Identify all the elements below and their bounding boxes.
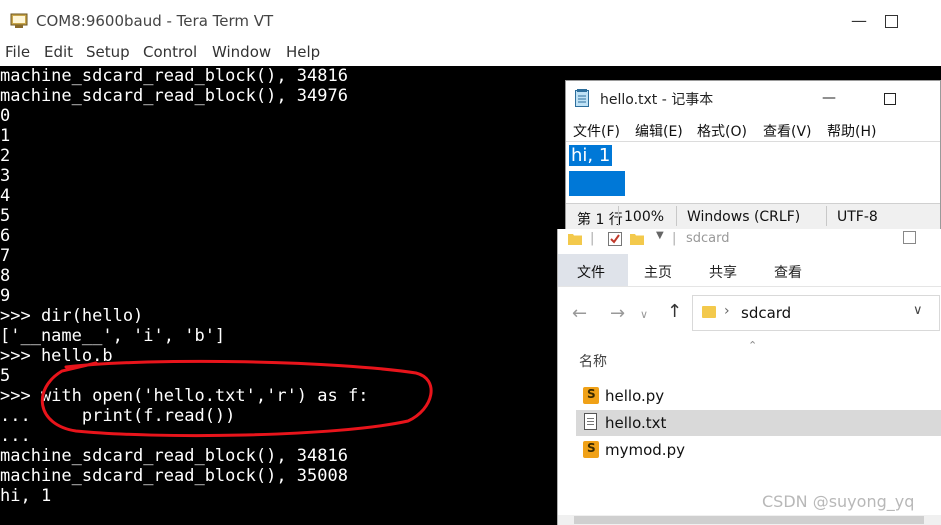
notepad-menu-edit[interactable]: 编辑(E) bbox=[635, 121, 683, 141]
terminal-line: 5 bbox=[0, 206, 11, 226]
qat-dropdown-icon[interactable]: ▼ bbox=[656, 230, 664, 241]
text-file-icon bbox=[584, 413, 597, 430]
notepad-menu-format[interactable]: 格式(O) bbox=[697, 121, 747, 141]
terminal-line: machine_sdcard_read_block(), 34976 bbox=[0, 86, 348, 106]
terminal-line: 1 bbox=[0, 126, 11, 146]
new-folder-icon[interactable] bbox=[630, 232, 644, 245]
terminal-line: 2 bbox=[0, 146, 11, 166]
terminal-line: 4 bbox=[0, 186, 11, 206]
teraterm-app-icon bbox=[10, 13, 28, 28]
terminal-line: 6 bbox=[0, 226, 11, 246]
folder-icon bbox=[568, 234, 582, 245]
file-name: hello.txt bbox=[605, 414, 667, 432]
terminal-line: ... bbox=[0, 426, 31, 446]
notepad-menu-help[interactable]: 帮助(H) bbox=[827, 121, 876, 141]
chevron-right-icon[interactable]: › bbox=[724, 303, 730, 319]
status-zoom: 100% bbox=[624, 209, 665, 225]
address-text: sdcard bbox=[741, 304, 792, 322]
notepad-window: hello.txt - 记事本 — 文件(F) 编辑(E) 格式(O) 查看(V… bbox=[565, 80, 941, 229]
menu-setup[interactable]: Setup bbox=[86, 43, 130, 61]
notepad-selection-highlight bbox=[569, 171, 625, 196]
forward-arrow-icon[interactable]: → bbox=[610, 303, 625, 324]
explorer-quick-access-toolbar: | ▼ | sdcard bbox=[558, 229, 941, 249]
red-annotation-ellipse bbox=[40, 359, 433, 438]
notepad-title: hello.txt - 记事本 bbox=[600, 92, 714, 108]
notepad-icon bbox=[575, 89, 589, 107]
file-list-header: ⌃ 名称 bbox=[558, 339, 941, 379]
status-encoding: UTF-8 bbox=[837, 209, 878, 225]
terminal-line: machine_sdcard_read_block(), 34816 bbox=[0, 446, 348, 466]
sort-up-icon: ⌃ bbox=[748, 339, 758, 352]
watermark-text: CSDN @suyong_yq bbox=[762, 492, 915, 511]
qat-separator: | bbox=[590, 231, 595, 246]
teraterm-menubar: File Edit Setup Control Window Help bbox=[0, 42, 941, 66]
horizontal-scrollbar[interactable] bbox=[558, 515, 941, 525]
notepad-maximize-button[interactable] bbox=[876, 85, 902, 111]
terminal-line: 0 bbox=[0, 106, 11, 126]
ribbon-tab-file[interactable]: 文件 bbox=[558, 254, 628, 286]
notepad-text-area[interactable]: hi, 1 bbox=[566, 141, 940, 202]
back-arrow-icon[interactable]: ← bbox=[572, 303, 587, 324]
notepad-minimize-button[interactable]: — bbox=[816, 85, 842, 111]
list-item[interactable]: mymod.py bbox=[576, 437, 941, 463]
explorer-maximize-button[interactable] bbox=[903, 231, 916, 244]
notepad-statusbar: 第 1 行 100% Windows (CRLF) UTF-8 bbox=[566, 203, 940, 229]
notepad-selected-text: hi, 1 bbox=[569, 145, 613, 166]
status-separator bbox=[826, 206, 827, 226]
status-position: 第 1 行 bbox=[577, 212, 623, 228]
terminal-line: 8 bbox=[0, 266, 11, 286]
address-bar[interactable]: › sdcard ∨ bbox=[692, 295, 940, 331]
notepad-menubar: 文件(F) 编辑(E) 格式(O) 查看(V) 帮助(H) bbox=[566, 117, 940, 141]
ribbon-tab-view[interactable]: 查看 bbox=[774, 262, 802, 282]
terminal-line: 5 bbox=[0, 366, 11, 386]
chevron-down-icon[interactable]: ∨ bbox=[913, 303, 923, 318]
ribbon-tab-share[interactable]: 共享 bbox=[709, 262, 737, 282]
terminal-line: >>> dir(hello) bbox=[0, 306, 144, 326]
notepad-menu-view[interactable]: 查看(V) bbox=[763, 121, 812, 141]
terminal-line: ['__name__', 'i', 'b'] bbox=[0, 326, 226, 346]
python-file-icon bbox=[583, 441, 599, 458]
terminal-line: 3 bbox=[0, 166, 11, 186]
recent-dropdown-icon[interactable]: ∨ bbox=[640, 308, 648, 321]
teraterm-titlebar[interactable]: COM8:9600baud - Tera Term VT — bbox=[0, 0, 941, 42]
teraterm-minimize-button[interactable]: — bbox=[844, 6, 874, 36]
scrollbar-thumb[interactable] bbox=[574, 516, 924, 524]
menu-help[interactable]: Help bbox=[286, 43, 320, 61]
status-line-ending: Windows (CRLF) bbox=[687, 209, 801, 225]
terminal-line: hi, 1 bbox=[0, 486, 52, 506]
status-separator bbox=[676, 206, 677, 226]
qat-separator: | bbox=[672, 231, 677, 246]
explorer-navbar: ← → ∨ ↑ › sdcard ∨ bbox=[558, 291, 941, 333]
notepad-menu-file[interactable]: 文件(F) bbox=[573, 121, 620, 141]
terminal-line: machine_sdcard_read_block(), 34816 bbox=[0, 66, 348, 86]
terminal-line: 9 bbox=[0, 286, 11, 306]
explorer-window: | ▼ | sdcard 文件 主页 共享 查看 ← → ∨ ↑ › sdcar… bbox=[557, 229, 941, 525]
explorer-ribbon-tabs: 文件 主页 共享 查看 bbox=[558, 254, 941, 287]
menu-window[interactable]: Window bbox=[212, 43, 271, 61]
teraterm-title: COM8:9600baud - Tera Term VT bbox=[36, 12, 274, 30]
file-name: hello.py bbox=[605, 387, 665, 405]
column-name-header[interactable]: 名称 bbox=[579, 351, 607, 371]
list-item[interactable]: hello.py bbox=[576, 383, 941, 409]
explorer-title: sdcard bbox=[686, 231, 730, 246]
list-item[interactable]: hello.txt bbox=[576, 410, 941, 436]
menu-file[interactable]: File bbox=[5, 43, 30, 61]
terminal-line: machine_sdcard_read_block(), 35008 bbox=[0, 466, 348, 486]
teraterm-maximize-button[interactable] bbox=[876, 6, 906, 36]
python-file-icon bbox=[583, 387, 599, 404]
ribbon-tab-home[interactable]: 主页 bbox=[644, 262, 672, 282]
folder-icon bbox=[702, 306, 716, 318]
properties-check-icon[interactable] bbox=[608, 232, 622, 246]
file-name: mymod.py bbox=[605, 441, 685, 459]
menu-control[interactable]: Control bbox=[143, 43, 197, 61]
up-arrow-icon[interactable]: ↑ bbox=[667, 301, 682, 322]
menu-edit[interactable]: Edit bbox=[44, 43, 73, 61]
status-separator bbox=[618, 206, 619, 226]
terminal-line: 7 bbox=[0, 246, 11, 266]
notepad-titlebar[interactable]: hello.txt - 记事本 — bbox=[566, 81, 940, 115]
